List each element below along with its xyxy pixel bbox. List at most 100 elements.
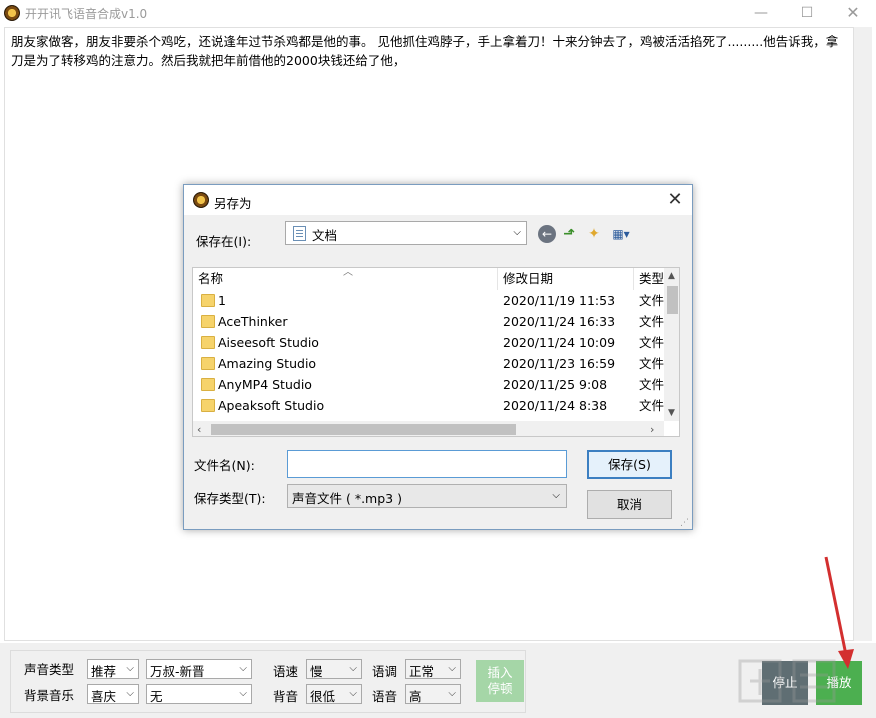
tone-value: 正常 <box>409 664 435 679</box>
scroll-up-icon[interactable]: ▲ <box>668 271 675 281</box>
file-name: Aiseesoft Studio <box>218 335 319 350</box>
volume-label: 语音 <box>372 689 398 704</box>
file-list-vertical-scrollbar[interactable]: ▲ ▼ <box>664 268 679 421</box>
column-header-name[interactable]: ︿ 名称 <box>193 268 498 290</box>
scroll-left-icon[interactable]: ‹ <box>197 423 201 436</box>
bg-volume-label: 背音 <box>273 689 299 704</box>
volume-select[interactable]: 高 ⌵ <box>405 684 461 704</box>
folder-icon <box>201 378 215 391</box>
chevron-down-icon: ⌵ <box>126 688 134 699</box>
dialog-close-icon[interactable]: ✕ <box>662 189 688 211</box>
list-item[interactable]: Aiseesoft Studio 2020/11/24 10:09 文件 <box>193 332 664 353</box>
dialog-title: 另存为 <box>214 196 252 211</box>
dialog-app-icon <box>193 192 209 208</box>
close-icon[interactable]: ✕ <box>830 0 876 26</box>
file-date: 2020/11/24 8:38 <box>503 398 608 413</box>
insert-pause-button[interactable]: 插入停顿 <box>476 660 524 702</box>
title-bar: 开开讯飞语音合成v1.0 — ☐ ✕ <box>0 0 876 26</box>
bg-volume-select[interactable]: 很低 ⌵ <box>306 684 362 704</box>
resize-grip-icon[interactable]: ⋰ <box>680 518 689 528</box>
folder-icon <box>201 336 215 349</box>
file-date: 2020/11/24 16:33 <box>503 314 616 329</box>
voice-name-value: 万叔-新晋 <box>150 664 205 679</box>
filetype-value: 声音文件 ( *.mp3 ) <box>292 491 402 506</box>
filetype-select[interactable]: 声音文件 ( *.mp3 ) ⌵ <box>287 484 567 508</box>
view-menu-icon[interactable]: ▦▾ <box>608 225 634 243</box>
save-in-value: 文档 <box>312 228 338 243</box>
bg-music-track-value: 无 <box>150 689 163 704</box>
list-item[interactable]: AnyMP4 Studio 2020/11/25 9:08 文件 <box>193 374 664 395</box>
list-item[interactable]: Apeaksoft Studio 2020/11/24 8:38 文件 <box>193 395 664 416</box>
folder-icon <box>201 294 215 307</box>
scroll-right-icon[interactable]: › <box>650 423 654 436</box>
tone-select[interactable]: 正常 ⌵ <box>405 659 461 679</box>
cancel-button[interactable]: 取消 <box>587 490 672 519</box>
filetype-label: 保存类型(T): <box>194 491 266 506</box>
editor-scrollbar[interactable] <box>854 27 872 641</box>
column-header-date[interactable]: 修改日期 <box>498 268 634 290</box>
file-name: Apeaksoft Studio <box>218 398 325 413</box>
filename-input[interactable] <box>287 450 567 478</box>
file-type: 文件 <box>639 293 664 308</box>
file-type: 文件 <box>639 377 664 392</box>
bg-music-track-select[interactable]: 无 ⌵ <box>146 684 252 704</box>
chevron-down-icon: ⌵ <box>239 688 247 699</box>
speed-select[interactable]: 慢 ⌵ <box>306 659 362 679</box>
file-type: 文件 <box>639 398 664 413</box>
folder-icon <box>201 315 215 328</box>
bg-music-value: 喜庆 <box>91 689 117 704</box>
maximize-icon[interactable]: ☐ <box>784 0 830 26</box>
save-as-dialog: 另存为 ✕ 保存在(I): 文档 ⌵ ← ⬏ ✦ ▦▾ ︿ 名称 修改日期 类型… <box>183 184 693 530</box>
save-button[interactable]: 保存(S) <box>587 450 672 479</box>
file-list-horizontal-scrollbar[interactable]: ‹ › <box>193 421 664 436</box>
minimize-icon[interactable]: — <box>738 0 784 26</box>
file-name: AnyMP4 Studio <box>218 377 312 392</box>
file-name: AceThinker <box>218 314 288 329</box>
list-item[interactable]: AceThinker 2020/11/24 16:33 文件 <box>193 311 664 332</box>
sort-caret-icon: ︿ <box>343 267 353 278</box>
bg-music-select[interactable]: 喜庆 ⌵ <box>87 684 139 704</box>
scroll-thumb[interactable] <box>211 424 516 435</box>
app-title: 开开讯飞语音合成v1.0 <box>25 7 148 21</box>
list-item[interactable]: Amazing Studio 2020/11/23 16:59 文件 <box>193 353 664 374</box>
bg-music-label: 背景音乐 <box>24 688 75 703</box>
chevron-down-icon: ⌵ <box>126 663 134 674</box>
list-item[interactable]: 1 2020/11/19 11:53 文件 <box>193 290 664 311</box>
volume-value: 高 <box>409 689 422 704</box>
file-name: Amazing Studio <box>218 356 317 371</box>
folder-icon <box>201 399 215 412</box>
tone-label: 语调 <box>372 664 398 679</box>
file-date: 2020/11/19 11:53 <box>503 293 616 308</box>
chevron-down-icon: ⌵ <box>552 490 560 501</box>
chevron-down-icon: ⌵ <box>448 688 456 699</box>
watermark-logo <box>738 659 836 703</box>
column-header-type[interactable]: 类型 <box>634 268 664 290</box>
app-logo-icon <box>4 5 20 21</box>
scroll-down-icon[interactable]: ▼ <box>668 408 675 418</box>
save-in-label: 保存在(I): <box>196 234 252 249</box>
bg-volume-value: 很低 <box>310 689 336 704</box>
file-list: ︿ 名称 修改日期 类型 1 2020/11/19 11:53 文件 AceTh… <box>192 267 680 437</box>
scroll-thumb[interactable] <box>667 286 678 314</box>
speed-value: 慢 <box>310 664 323 679</box>
file-name: 1 <box>218 293 226 308</box>
speed-label: 语速 <box>273 664 299 679</box>
column-name-label: 名称 <box>198 271 224 286</box>
file-type: 文件 <box>639 356 664 371</box>
file-date: 2020/11/24 10:09 <box>503 335 616 350</box>
chevron-down-icon: ⌵ <box>513 227 521 238</box>
documents-icon <box>293 226 306 241</box>
file-date: 2020/11/23 16:59 <box>503 356 616 371</box>
voice-type-label: 声音类型 <box>24 662 75 677</box>
folder-icon <box>201 357 215 370</box>
voice-name-select[interactable]: 万叔-新晋 ⌵ <box>146 659 252 679</box>
file-type: 文件 <box>639 314 664 329</box>
up-folder-icon[interactable]: ⬏ <box>560 225 578 243</box>
new-folder-icon[interactable]: ✦ <box>585 225 603 243</box>
save-in-select[interactable]: 文档 ⌵ <box>285 221 527 245</box>
voice-type-select[interactable]: 推荐 ⌵ <box>87 659 139 679</box>
chevron-down-icon: ⌵ <box>448 663 456 674</box>
file-date: 2020/11/25 9:08 <box>503 377 608 392</box>
filename-label: 文件名(N): <box>194 458 255 473</box>
back-icon[interactable]: ← <box>538 225 556 243</box>
